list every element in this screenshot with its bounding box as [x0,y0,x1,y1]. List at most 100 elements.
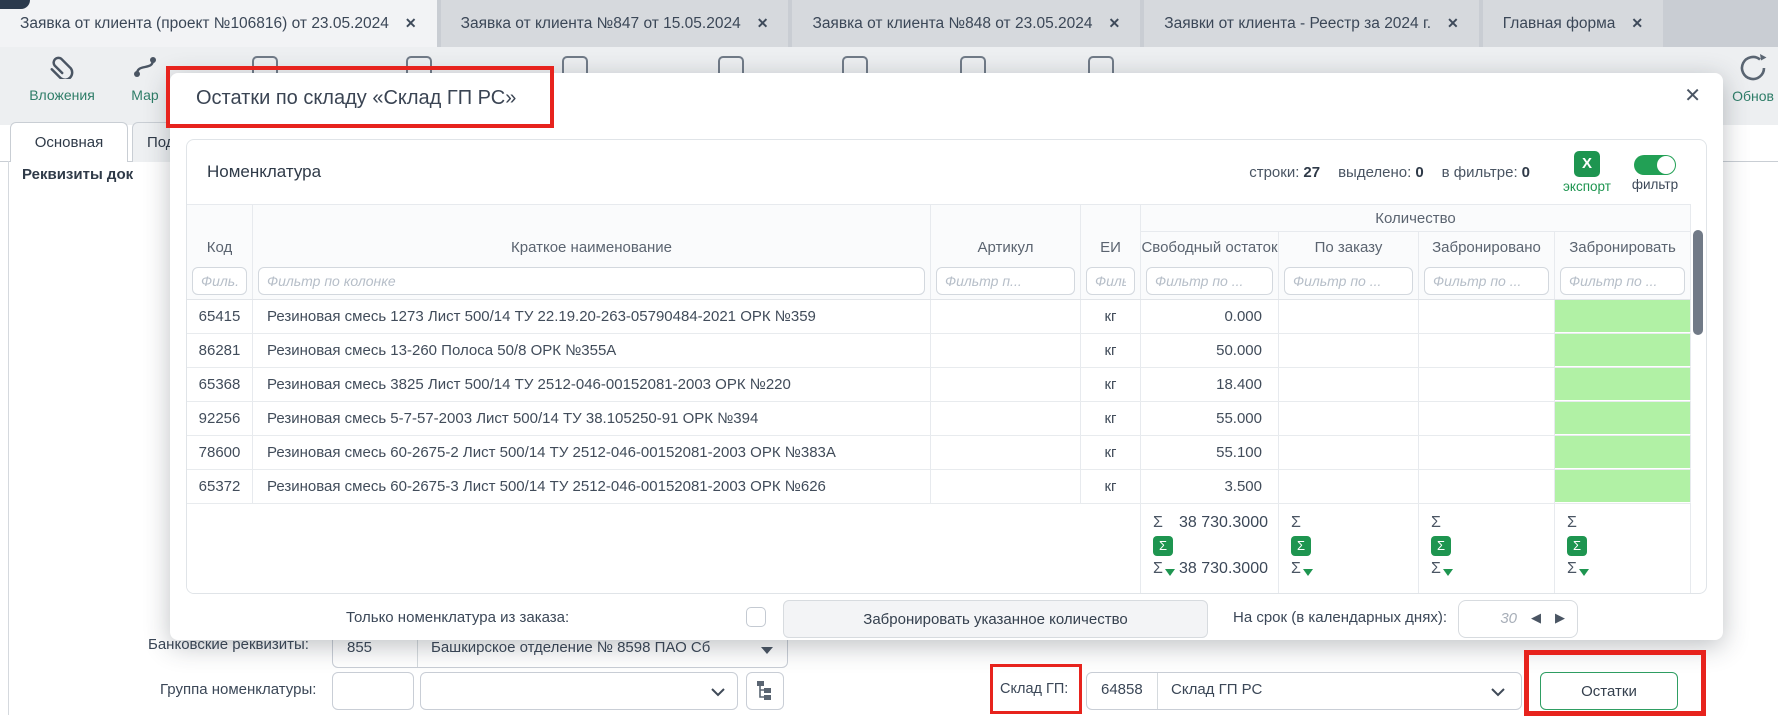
table-row[interactable]: 65372 Резиновая смесь 60-2675-3 Лист 500/… [187,470,1691,504]
cell-to_reserve[interactable] [1555,300,1691,333]
warehouse-name-value: Склад ГП РС [1171,681,1263,698]
cell-to_reserve[interactable] [1555,470,1691,503]
group-header-row: Количество [187,204,1691,232]
cell-reserved [1419,436,1555,469]
marking-button[interactable]: Мар [116,55,174,103]
tab-close-icon[interactable]: ✕ [1447,15,1459,32]
excel-icon: X [1574,150,1600,177]
column-filter-input[interactable] [936,266,1075,295]
tab-close-icon[interactable]: ✕ [405,15,417,32]
paperclip-icon [50,56,74,81]
sum-selected-button[interactable]: Σ [1291,536,1311,556]
sum-value: 38 730.3000 [1179,514,1268,531]
tab-close-icon[interactable]: ✕ [757,15,769,32]
scrollbar-thumb[interactable] [1693,230,1703,335]
sigma-icon: Σ [1567,514,1577,531]
table-scrollbar[interactable] [1693,206,1703,591]
column-filter-input[interactable] [1424,266,1549,295]
document-tab[interactable]: Заявка от клиента №847 от 15.05.2024 ✕ [440,0,789,47]
column-header[interactable]: Код [187,232,253,262]
table-row[interactable]: 65415 Резиновая смесь 1273 Лист 500/14 ТУ… [187,300,1691,334]
column-filter-input[interactable] [1086,266,1135,295]
filter-cell [253,262,931,299]
column-filter-input[interactable] [1146,266,1273,295]
sum-selected-button[interactable]: Σ [1153,536,1173,556]
document-tab[interactable]: Заявки от клиента - Реестр за 2024 г. ✕ [1144,0,1479,47]
cell-code: 86281 [187,334,253,367]
column-filter-input[interactable] [192,266,247,295]
sigma-icon: Σ [1153,514,1163,531]
stepper-increment-icon[interactable]: ▶ [1555,610,1565,626]
cell-unit: кг [1081,402,1141,435]
cell-reserved [1419,300,1555,333]
tab-close-icon[interactable]: ✕ [1109,15,1121,32]
table-row[interactable]: 92256 Резиновая смесь 5-7-57-2003 Лист 50… [187,402,1691,436]
document-tab[interactable]: Главная форма ✕ [1482,0,1664,47]
column-header[interactable]: Забронировано [1419,232,1555,262]
table-row[interactable]: 86281 Резиновая смесь 13-260 Полоса 50/8 … [187,334,1691,368]
remains-button[interactable]: Остатки [1540,672,1678,710]
route-icon [134,57,156,77]
cell-to_reserve[interactable] [1555,436,1691,469]
filter-toggle[interactable]: фильтр [1624,152,1686,192]
filtered-sum-value: 38 730.3000 [1179,560,1268,577]
reserve-quantity-label: Забронировать указанное количество [863,610,1128,628]
reserve-quantity-button[interactable]: Забронировать указанное количество [783,600,1208,638]
refresh-button[interactable]: Обнов [1728,51,1778,104]
cell-free: 0.000 [1141,300,1279,333]
cell-name: Резиновая смесь 60-2675-2 Лист 500/14 ТУ… [253,436,931,469]
sum-selected-button[interactable]: Σ [1431,536,1451,556]
nomenclature-group-code-field[interactable] [332,672,414,710]
cell-to_reserve[interactable] [1555,334,1691,367]
table-row[interactable]: 65368 Резиновая смесь 3825 Лист 500/14 ТУ… [187,368,1691,402]
only-from-order-checkbox[interactable] [746,607,766,627]
cell-to_reserve[interactable] [1555,368,1691,401]
tab-main-form[interactable]: Основная [10,122,128,162]
toggle-on-icon [1634,155,1676,175]
cell-article [931,300,1081,333]
table-row[interactable]: 78600 Резиновая смесь 60-2675-2 Лист 500/… [187,436,1691,470]
document-tab[interactable]: Заявка от клиента №848 от 23.05.2024 ✕ [792,0,1141,47]
column-filter-input[interactable] [1560,266,1685,295]
cell-free: 18.400 [1141,368,1279,401]
group-header-spacer [1081,205,1141,232]
document-tab[interactable]: Заявка от клиента (проект №106816) от 23… [0,0,437,47]
filter-funnel-icon [1578,568,1589,576]
stepper-decrement-icon[interactable]: ◀ [1531,610,1541,626]
bank-code-value: 855 [347,639,373,656]
term-stepper[interactable]: 30 ◀ ▶ [1458,600,1578,638]
warehouse-combo[interactable]: 64858 Склад ГП РС [1086,672,1522,710]
attachments-label: Вложения [29,87,95,103]
column-header[interactable]: Свободный остаток [1141,232,1279,262]
filter-cell [1279,262,1419,299]
panel-left-border [8,161,9,715]
cell-name: Резиновая смесь 3825 Лист 500/14 ТУ 2512… [253,368,931,401]
totals-spacer [187,504,1141,593]
attachments-button[interactable]: Вложения [16,55,108,103]
tab-close-icon[interactable]: ✕ [1631,15,1643,32]
sum-line: Σ [1431,512,1544,534]
tab-bar: Заявка от клиента (проект №106816) от 23… [0,0,1778,47]
window-corner-decoration [0,0,30,9]
cell-article [931,470,1081,503]
filter-cell [931,262,1081,299]
totals-cell: Σ 38 730.3000 Σ Σ 38 730.3000 [1141,504,1279,593]
cell-to_reserve[interactable] [1555,402,1691,435]
chevron-down-icon [1491,688,1505,697]
column-header[interactable]: По заказу [1279,232,1419,262]
nomenclature-table: Количество Код Краткое наименование Артику… [187,204,1691,593]
cell-article [931,334,1081,367]
close-icon[interactable]: ✕ [1684,83,1701,108]
column-filter-input[interactable] [258,266,925,295]
column-header[interactable]: Забронировать [1555,232,1691,262]
column-header[interactable]: Краткое наименование [253,232,931,262]
column-filter-input[interactable] [1284,266,1413,295]
group-tree-button[interactable] [746,672,784,710]
sum-selected-button[interactable]: Σ [1567,536,1587,556]
export-button[interactable]: X экспорт [1556,150,1618,194]
nomenclature-group-select[interactable] [420,672,738,710]
stat-item: выделено: 0 [1338,163,1424,181]
tab-label: Заявка от клиента (проект №106816) от 23… [20,14,389,32]
column-header[interactable]: ЕИ [1081,232,1141,262]
column-header[interactable]: Артикул [931,232,1081,262]
